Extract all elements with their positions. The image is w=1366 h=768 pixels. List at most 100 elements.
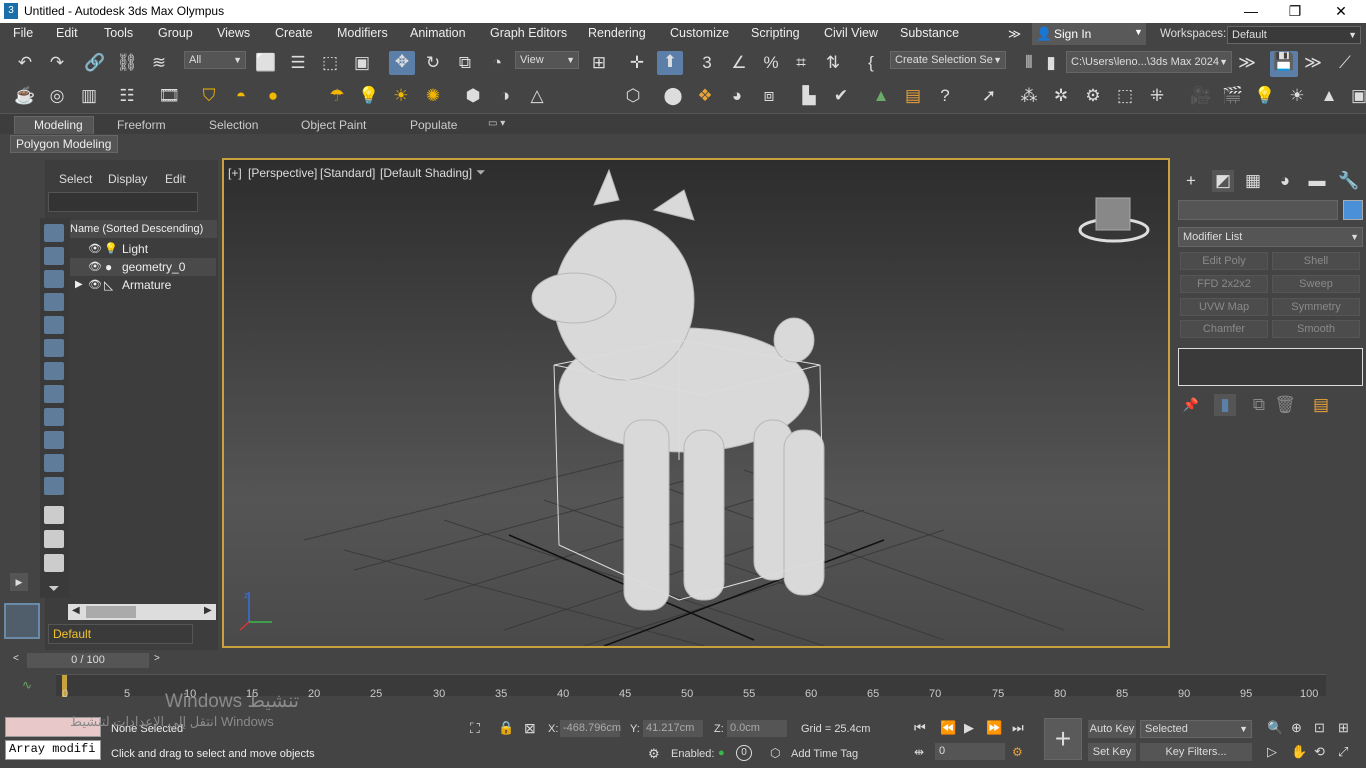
adaptive-degradation-icon[interactable]: ⚙ — [648, 746, 660, 762]
lock-icon[interactable]: 🔒 — [498, 720, 514, 736]
configure-sets-icon[interactable]: ▤ — [1310, 394, 1332, 416]
edit-uv-icon[interactable]: ⬚ — [1114, 85, 1136, 107]
sky-icon[interactable]: ✺ — [422, 85, 444, 107]
sun-settings-icon[interactable]: ☀ — [1286, 85, 1308, 107]
keyboard-shortcut-override-icon[interactable]: ⬆ — [657, 51, 683, 75]
spinner-snap-icon[interactable]: ⌗ — [790, 52, 812, 74]
utilities-tab-icon[interactable]: 🔧 — [1338, 170, 1360, 192]
menu-animation[interactable]: Animation — [410, 26, 466, 40]
mirror-icon[interactable]: ⫴ — [1018, 52, 1040, 74]
spotlight-icon[interactable]: ⛉ — [198, 85, 220, 107]
ribbon-toggle-icon[interactable]: ⟋ — [1334, 52, 1356, 74]
key-mode-icon[interactable]: ⇹ — [914, 745, 924, 759]
display-spacewarps-icon[interactable] — [44, 339, 64, 357]
box-icon[interactable]: ▥ — [78, 85, 100, 107]
scale-icon[interactable]: ⧉ — [454, 52, 476, 74]
tab-selection[interactable]: Selection — [209, 118, 258, 132]
expand-panel-button[interactable]: ▶ — [10, 573, 28, 591]
environment-icon[interactable]: ⬡ — [622, 85, 644, 107]
video-icon[interactable]: 🎬 — [1222, 85, 1244, 107]
list-item[interactable]: 👁 💡 Light — [70, 240, 216, 258]
remove-modifier-icon[interactable]: 🗑 — [1274, 394, 1296, 416]
modifier-stack[interactable] — [1178, 348, 1363, 386]
display-bones-icon[interactable] — [44, 408, 64, 426]
menu-scripting[interactable]: Scripting — [751, 26, 800, 40]
menu-group[interactable]: Group — [158, 26, 193, 40]
render-setup-icon[interactable]: ⧈ — [758, 85, 780, 107]
minimize-button[interactable]: — — [1228, 0, 1274, 23]
y-coord-field[interactable]: 41.217cm — [643, 720, 703, 737]
curve-editor-icon[interactable]: ∿ — [22, 678, 32, 692]
menu-edit[interactable]: Edit — [56, 26, 78, 40]
more-tools-icon[interactable]: ≫ — [1302, 52, 1324, 74]
workspace-select[interactable]: Default ▼ — [1227, 26, 1361, 44]
reference-coord-select[interactable]: View ▼ — [515, 51, 579, 69]
display-tab-icon[interactable]: ▬ — [1306, 170, 1328, 192]
pivot-center-icon[interactable]: ⊞ — [588, 52, 610, 74]
explorer-tab-select[interactable]: Select — [59, 172, 92, 186]
filter-icon[interactable]: ⏷ — [44, 580, 64, 598]
modifier-sweep-button[interactable]: Sweep — [1272, 275, 1360, 293]
gizmo-icon[interactable]: ✲ — [1050, 85, 1072, 107]
cube-icon[interactable]: ⬢ — [462, 85, 484, 107]
current-frame-field[interactable]: 0 — [935, 743, 1005, 760]
bulb-light-icon[interactable]: 💡 — [358, 85, 380, 107]
window-crossing-icon[interactable]: ▣ — [351, 52, 373, 74]
z-coord-field[interactable]: 0.0cm — [727, 720, 787, 737]
select-by-name-icon[interactable]: ☰ — [287, 52, 309, 74]
torus-icon[interactable]: ◎ — [46, 85, 68, 107]
hierarchy-tab-icon[interactable]: ▦ — [1242, 170, 1264, 192]
save-icon[interactable]: 💾 — [1270, 51, 1298, 77]
project-path-select[interactable]: C:\Users\leno...\3ds Max 2024 ▼ — [1066, 51, 1232, 73]
snaps-toggle-icon[interactable]: 3 — [696, 52, 718, 74]
move-icon[interactable]: ✥ — [389, 51, 415, 75]
show-end-result-icon[interactable]: ▮ — [1214, 394, 1236, 416]
unlink-icon[interactable]: ⛓ — [116, 52, 138, 74]
sphere-icon[interactable]: ◑ — [494, 85, 516, 107]
list-item[interactable]: ▶ 👁 ◺ Armature — [70, 276, 216, 294]
maximize-viewport-icon[interactable]: ⤢ — [1338, 744, 1348, 760]
render-frame-icon[interactable]: ▙ — [798, 85, 820, 107]
visibility-icon[interactable]: 👁 — [88, 276, 102, 294]
align-icon[interactable]: ▮ — [1040, 52, 1062, 74]
percent-snap-icon[interactable]: % — [760, 52, 782, 74]
menu-customize[interactable]: Customize — [670, 26, 729, 40]
link-icon[interactable]: 🔗 — [84, 52, 106, 74]
set-key-button[interactable]: Set Key — [1088, 743, 1136, 761]
polygon-modeling-label[interactable]: Polygon Modeling — [10, 135, 118, 153]
ribbon-options-icon[interactable]: ▭ ▾ — [488, 118, 505, 129]
display-all-icon[interactable] — [44, 506, 64, 524]
zoom-icon[interactable]: 🔍 — [1267, 720, 1283, 736]
display-none-icon[interactable] — [44, 530, 64, 548]
list-icon[interactable]: ▤ — [902, 85, 924, 107]
visibility-icon[interactable]: 👁 — [88, 240, 102, 258]
place-icon[interactable]: ◔ — [486, 52, 508, 74]
teapot-icon[interactable]: ☕ — [14, 85, 36, 107]
set-keys-icon[interactable]: + — [1044, 718, 1082, 760]
display-lights-icon[interactable] — [44, 270, 64, 288]
sign-in-button[interactable]: 👤 Sign In ▼ — [1032, 23, 1146, 45]
layer-explorer-button[interactable] — [4, 603, 40, 639]
viewport-perspective[interactable]: [+] [Perspective] [Standard] [Default Sh… — [222, 158, 1170, 648]
zoom-all-icon[interactable]: ⊕ — [1291, 720, 1302, 736]
render-icon[interactable]: ✔ — [830, 85, 852, 107]
undo-icon[interactable]: ↶ — [14, 52, 36, 74]
time-tag-icon[interactable]: ⬡ — [770, 746, 780, 760]
layer-field[interactable]: Default — [48, 624, 193, 644]
help-icon[interactable]: ? — [934, 85, 956, 107]
next-frame-icon[interactable]: ⏩ — [986, 720, 1002, 736]
cone-icon[interactable]: ▲ — [1318, 85, 1340, 107]
more-tools-icon[interactable]: ≫ — [1236, 52, 1258, 74]
explorer-column-header[interactable]: Name (Sorted Descending) — [67, 220, 217, 238]
particles-icon[interactable]: ⁂ — [1018, 85, 1040, 107]
zoom-extents-all-icon[interactable]: ⊞ — [1338, 720, 1349, 736]
display-groups-icon[interactable] — [44, 362, 64, 380]
redo-icon[interactable]: ↷ — [46, 52, 68, 74]
motion-tab-icon[interactable]: ◕ — [1274, 170, 1296, 192]
menu-modifiers[interactable]: Modifiers — [337, 26, 388, 40]
display-xrefs-icon[interactable] — [44, 385, 64, 403]
bind-spacewarp-icon[interactable]: ≋ — [148, 52, 170, 74]
list-item[interactable]: 👁 ● geometry_0 — [70, 258, 216, 276]
pin-stack-icon[interactable]: 📌 — [1180, 394, 1202, 416]
menu-more-icon[interactable]: ≫ — [1008, 26, 1021, 41]
